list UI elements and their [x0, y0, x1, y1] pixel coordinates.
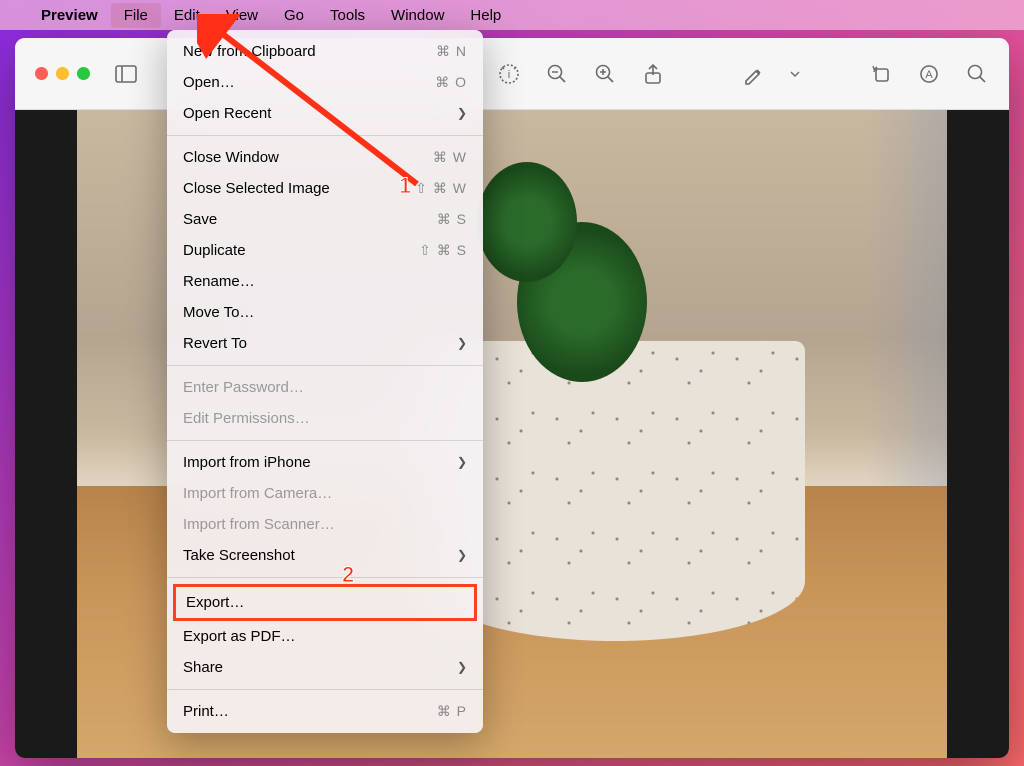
- markup-icon[interactable]: [741, 62, 765, 86]
- menu-move-to[interactable]: Move To…: [167, 297, 483, 328]
- menu-import-camera: Import from Camera…: [167, 478, 483, 509]
- menubar-window[interactable]: Window: [378, 3, 457, 28]
- file-menu-dropdown: New from Clipboard⌘ N Open…⌘ O Open Rece…: [167, 30, 483, 733]
- menu-separator: [167, 135, 483, 136]
- menu-rename[interactable]: Rename…: [167, 266, 483, 297]
- menu-print[interactable]: Print…⌘ P: [167, 696, 483, 727]
- rotate-icon[interactable]: [869, 62, 893, 86]
- info-circle-icon[interactable]: i: [497, 62, 521, 86]
- menu-duplicate[interactable]: Duplicate⇧ ⌘ S: [167, 235, 483, 266]
- menubar-edit[interactable]: Edit: [161, 3, 213, 28]
- menu-separator: [167, 440, 483, 441]
- menubar-help[interactable]: Help: [457, 3, 514, 28]
- chevron-right-icon: ❯: [457, 335, 467, 352]
- menubar-go[interactable]: Go: [271, 3, 317, 28]
- preview-window: i A: [15, 38, 1009, 758]
- menu-take-screenshot[interactable]: Take Screenshot❯: [167, 540, 483, 571]
- fullscreen-window-button[interactable]: [77, 67, 90, 80]
- menu-import-scanner: Import from Scanner…: [167, 509, 483, 540]
- chevron-right-icon: ❯: [457, 454, 467, 471]
- minimize-window-button[interactable]: [56, 67, 69, 80]
- menubar-tools[interactable]: Tools: [317, 3, 378, 28]
- menu-export[interactable]: Export…: [173, 584, 477, 621]
- svg-text:A: A: [925, 69, 933, 81]
- menu-separator: [167, 689, 483, 690]
- menu-save[interactable]: Save⌘ S: [167, 204, 483, 235]
- menu-close-window[interactable]: Close Window⌘ W: [167, 142, 483, 173]
- menubar-app-name[interactable]: Preview: [28, 3, 111, 28]
- menu-open-recent[interactable]: Open Recent❯: [167, 98, 483, 129]
- menubar-file[interactable]: File: [111, 3, 161, 28]
- search-icon[interactable]: [965, 62, 989, 86]
- sidebar-icon[interactable]: [114, 62, 138, 86]
- chevron-down-icon[interactable]: [789, 62, 801, 86]
- menu-export-pdf[interactable]: Export as PDF…: [167, 621, 483, 652]
- chevron-right-icon: ❯: [457, 105, 467, 122]
- highlight-circle-icon[interactable]: A: [917, 62, 941, 86]
- zoom-out-icon[interactable]: [545, 62, 569, 86]
- toolbar: i A: [15, 38, 1009, 110]
- svg-text:i: i: [508, 69, 510, 81]
- menubar: Preview File Edit View Go Tools Window H…: [0, 0, 1024, 30]
- menu-revert-to[interactable]: Revert To❯: [167, 328, 483, 359]
- share-icon[interactable]: [641, 62, 665, 86]
- window-controls: [35, 67, 90, 80]
- menu-open[interactable]: Open…⌘ O: [167, 67, 483, 98]
- close-window-button[interactable]: [35, 67, 48, 80]
- chevron-right-icon: ❯: [457, 659, 467, 676]
- menu-new-from-clipboard[interactable]: New from Clipboard⌘ N: [167, 36, 483, 67]
- content-area: [15, 110, 1009, 758]
- chevron-right-icon: ❯: [457, 547, 467, 564]
- apple-menu[interactable]: [8, 11, 28, 19]
- zoom-in-icon[interactable]: [593, 62, 617, 86]
- menu-separator: [167, 577, 483, 578]
- menubar-view[interactable]: View: [213, 3, 271, 28]
- menu-import-iphone[interactable]: Import from iPhone❯: [167, 447, 483, 478]
- menu-separator: [167, 365, 483, 366]
- menu-close-selected-image[interactable]: Close Selected Image⇧ ⌘ W: [167, 173, 483, 204]
- menu-share[interactable]: Share❯: [167, 652, 483, 683]
- menu-edit-permissions: Edit Permissions…: [167, 403, 483, 434]
- menu-enter-password: Enter Password…: [167, 372, 483, 403]
